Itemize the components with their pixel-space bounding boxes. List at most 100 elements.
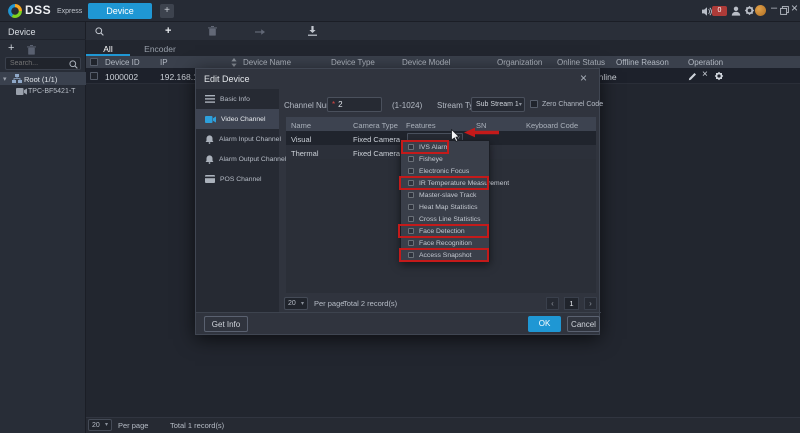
col-offline-reason: Offline Reason — [616, 58, 669, 67]
dss-express-window: DSS Express Device + 0 – × Device + Sear… — [0, 0, 800, 433]
user-icon[interactable] — [731, 6, 741, 16]
col-organization: Organization — [497, 58, 543, 67]
per-page-value: 20 — [288, 300, 296, 307]
cancel-button[interactable]: Cancel — [567, 316, 600, 332]
col-keyboard-code: Keyboard Code — [526, 120, 579, 130]
per-page-select[interactable]: 20 ▾ — [88, 419, 112, 431]
cell-name: Visual — [291, 134, 312, 144]
dss-logo-icon — [8, 4, 22, 18]
video-camera-icon — [205, 115, 216, 123]
tree-node-root[interactable]: ▾ Root (1/1) — [0, 72, 86, 85]
col-device-model: Device Model — [402, 58, 451, 67]
option-heat-map[interactable]: Heat Map Statistics — [401, 201, 489, 213]
tree-root-label: Root (1/1) — [24, 74, 58, 84]
option-master-slave-track[interactable]: Master-slave Track — [401, 189, 489, 201]
tab-device[interactable]: Device — [88, 3, 152, 19]
settings-gear-icon[interactable] — [744, 5, 755, 16]
title-bar: DSS Express Device + 0 – × — [0, 0, 800, 22]
menu-item-pos-channel[interactable]: POS Channel — [196, 169, 279, 189]
sidebar-title: Device — [8, 27, 36, 37]
prev-page-button[interactable]: ‹ — [546, 297, 559, 310]
col-device-name: Device Name — [243, 58, 292, 67]
ok-button[interactable]: OK — [528, 316, 561, 332]
dialog-title: Edit Device — [204, 74, 250, 84]
annotation-box-access-snapshot — [399, 248, 489, 262]
tree-expand-icon[interactable]: ▾ — [3, 75, 7, 84]
mouse-cursor — [451, 129, 460, 142]
stream-type-value: Sub Stream 1 — [476, 101, 519, 108]
option-checkbox[interactable] — [408, 156, 414, 162]
chevron-down-icon: ▾ — [300, 300, 304, 307]
option-checkbox[interactable] — [408, 192, 414, 198]
channel-number-input[interactable]: * 2 — [327, 97, 382, 112]
col-device-type: Device Type — [331, 58, 375, 67]
col-device-id: Device ID — [105, 58, 140, 67]
chevron-down-icon: ▾ — [104, 422, 108, 428]
per-page-label: Per page — [314, 299, 345, 308]
notification-badge[interactable]: 0 — [712, 6, 727, 16]
stream-type-select[interactable]: Sub Stream 1 ▾ — [471, 97, 525, 112]
annotation-box-ir-temperature — [399, 176, 489, 190]
dialog-close-icon[interactable]: × — [580, 72, 587, 85]
total-records-label: Total 2 record(s) — [343, 299, 398, 308]
next-page-button[interactable]: › — [584, 297, 597, 310]
option-checkbox[interactable] — [408, 216, 414, 222]
auto-search-icon — [95, 27, 104, 36]
per-page-value: 20 — [92, 421, 100, 429]
tab-all[interactable]: All — [86, 44, 130, 54]
cell-camera-type: Fixed Camera — [353, 148, 401, 158]
import-icon — [308, 26, 317, 36]
col-operation: Operation — [688, 58, 724, 67]
current-page[interactable]: 1 — [564, 297, 579, 310]
required-asterisk: * — [332, 100, 336, 109]
features-dropdown-panel: IVS Alarm Fisheye Electronic Focus IR Te… — [400, 140, 509, 262]
device-config-gear-icon[interactable] — [714, 71, 724, 81]
annotation-box-ivs-alarm — [401, 140, 449, 154]
sound-icon[interactable] — [701, 6, 712, 17]
tree-node-device[interactable]: TPC-BF5421-T — [0, 85, 86, 98]
select-all-checkbox[interactable] — [90, 58, 98, 66]
minimize-button[interactable]: – — [771, 3, 777, 14]
ip-sort-icon[interactable] — [231, 58, 237, 67]
logo-suffix: Express — [57, 8, 83, 15]
add-organization-button[interactable]: + — [8, 43, 14, 54]
col-online-status: Online Status — [557, 58, 606, 67]
annotation-arrow — [464, 127, 499, 138]
tab-encoder[interactable]: Encoder — [138, 44, 182, 54]
organization-icon — [12, 74, 22, 83]
row-checkbox[interactable] — [90, 72, 98, 80]
edit-device-icon[interactable] — [688, 72, 697, 81]
search-icon — [69, 60, 78, 69]
divider — [196, 312, 601, 313]
menu-item-video-channel[interactable]: Video Channel — [196, 109, 279, 129]
delete-device-row-icon[interactable]: × — [702, 69, 708, 80]
new-tab-button[interactable]: + — [160, 4, 174, 18]
delete-organization-icon[interactable] — [27, 45, 36, 55]
device-toolbar — [86, 22, 800, 40]
pos-card-icon — [205, 175, 215, 183]
chevron-down-icon: ▾ — [518, 101, 522, 108]
account-avatar[interactable] — [755, 5, 766, 16]
annotation-box-face-detection — [398, 224, 489, 238]
alarm-input-icon — [205, 134, 214, 144]
zero-channel-checkbox[interactable] — [530, 100, 538, 108]
device-sidebar: Device + ▾ Root (1/1) TPC-BF5421-T — [0, 22, 86, 433]
option-checkbox[interactable] — [408, 204, 414, 210]
move-to-icon — [255, 28, 265, 36]
close-window-button[interactable]: × — [791, 2, 798, 14]
total-records-label: Total 1 record(s) — [170, 421, 225, 430]
menu-item-alarm-input[interactable]: Alarm Input Channel — [196, 129, 281, 149]
cell-camera-type: Fixed Camera — [353, 134, 401, 144]
col-camera-type: Camera Type — [353, 120, 398, 130]
dialog-per-page-select[interactable]: 20 ▾ — [284, 297, 308, 310]
channel-number-range: (1-1024) — [392, 101, 423, 110]
menu-item-basic-info[interactable]: Basic Info — [196, 89, 279, 109]
option-fisheye[interactable]: Fisheye — [401, 153, 489, 165]
option-checkbox[interactable] — [408, 168, 414, 174]
menu-item-alarm-output[interactable]: Alarm Output Channel — [196, 149, 286, 169]
restore-button[interactable] — [780, 6, 789, 15]
option-checkbox[interactable] — [408, 240, 414, 246]
per-page-label: Per page — [118, 421, 149, 430]
zero-channel-label: Zero Channel Code — [542, 101, 604, 108]
get-info-button[interactable]: Get Info — [204, 316, 248, 332]
